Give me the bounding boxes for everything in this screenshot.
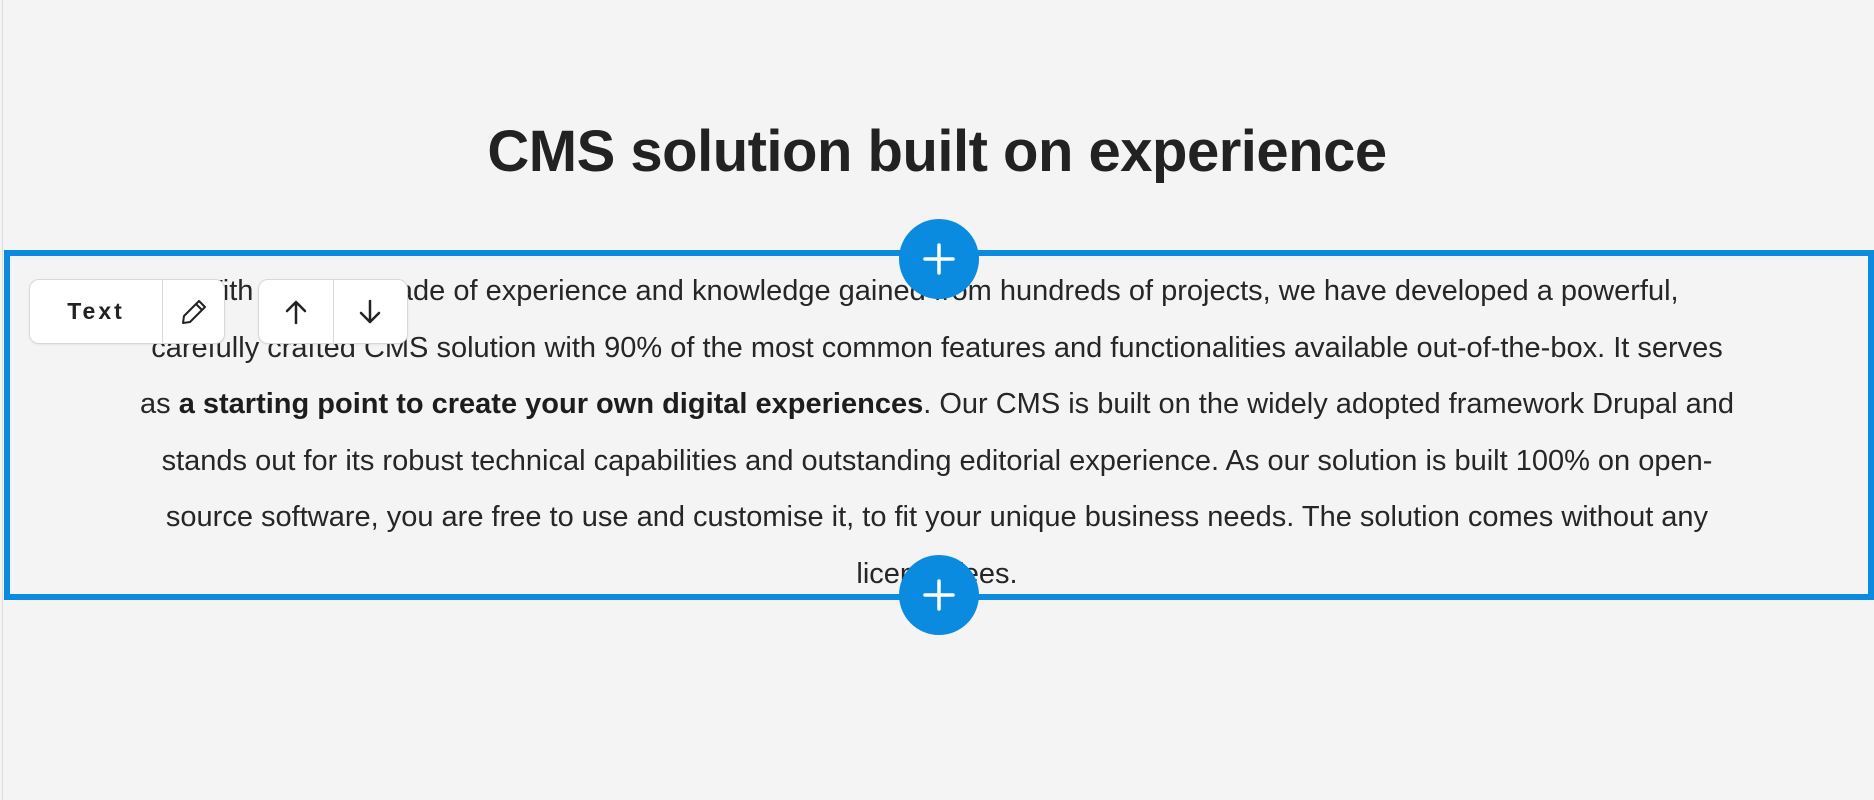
block-type-label: Text <box>67 298 125 324</box>
edit-block-button[interactable] <box>162 280 224 343</box>
arrow-up-icon <box>285 300 306 324</box>
plus-icon <box>923 579 955 611</box>
move-down-button[interactable] <box>332 280 408 343</box>
section-heading: CMS solution built on experience <box>487 119 1387 184</box>
block-type-toolbar: Text <box>29 279 225 344</box>
paragraph-bold-text: a starting point to create your own digi… <box>178 388 924 420</box>
plus-icon <box>923 243 955 275</box>
pencil-icon <box>181 299 206 324</box>
add-block-below-button[interactable] <box>899 555 979 635</box>
add-block-above-button[interactable] <box>899 219 979 299</box>
move-up-button[interactable] <box>259 280 333 343</box>
block-move-toolbar <box>258 279 408 344</box>
arrow-down-icon <box>360 299 381 323</box>
